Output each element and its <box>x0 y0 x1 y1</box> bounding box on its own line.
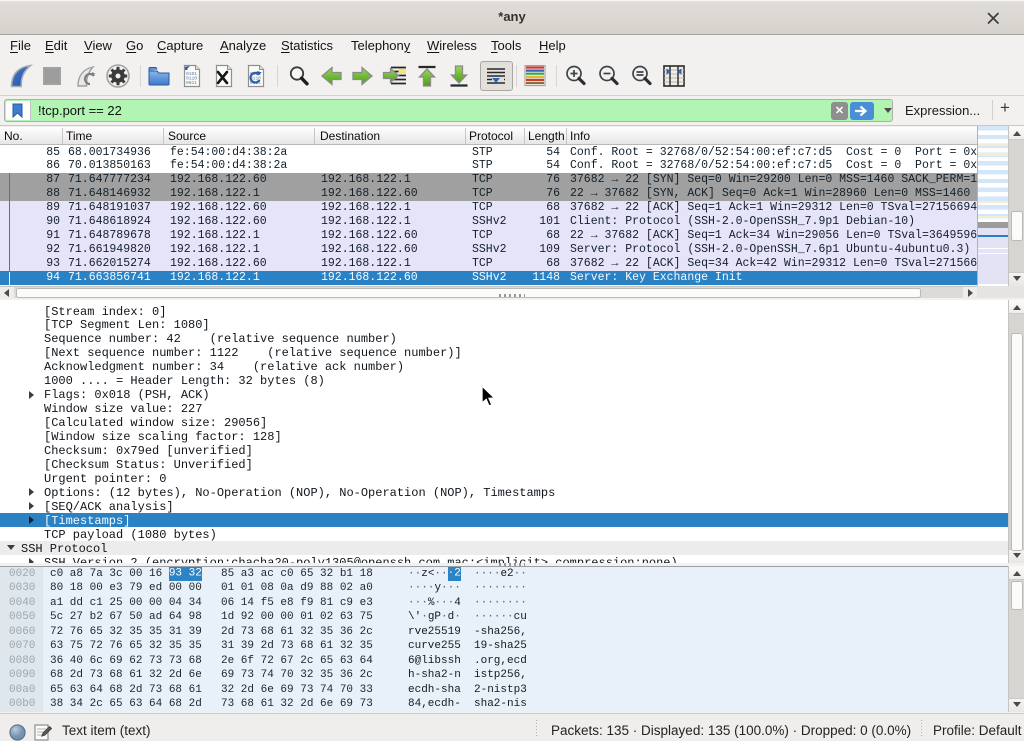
svg-text:0011: 0011 <box>186 80 197 86</box>
